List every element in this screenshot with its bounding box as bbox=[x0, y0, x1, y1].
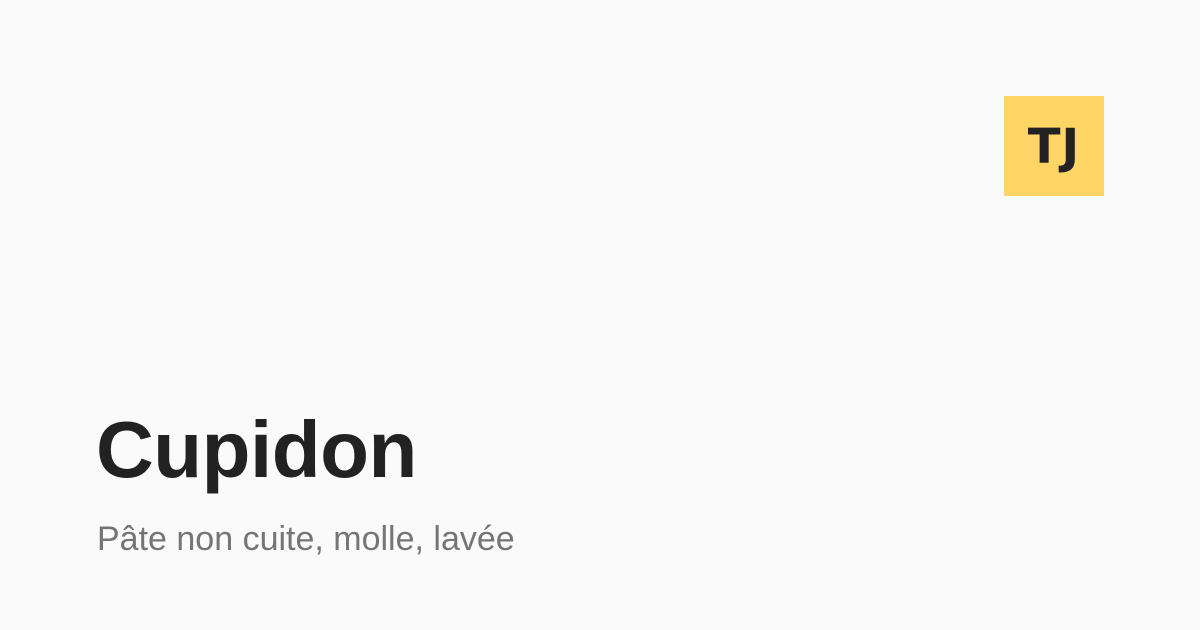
page-title: Cupidon bbox=[96, 405, 417, 494]
page-subtitle: Pâte non cuite, molle, lavée bbox=[97, 520, 515, 558]
brand-logo: TJ bbox=[1004, 96, 1104, 196]
brand-logo-text: TJ bbox=[1027, 119, 1081, 175]
